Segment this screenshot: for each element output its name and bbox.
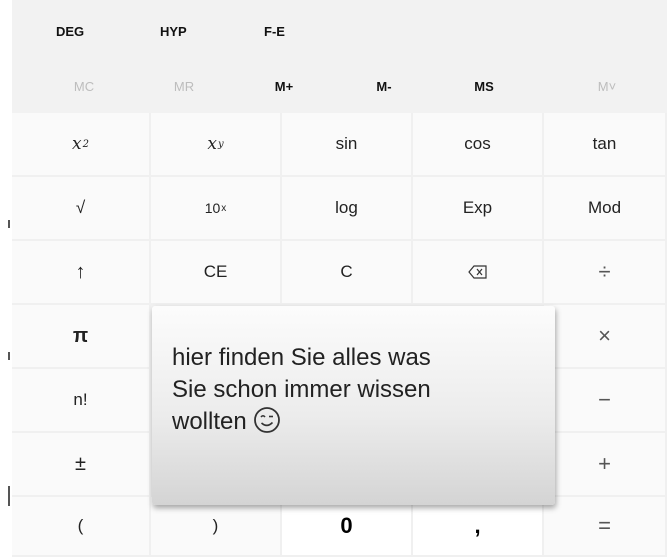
memory-store-button[interactable]: MS bbox=[434, 64, 534, 110]
edge-mark bbox=[8, 486, 10, 506]
tooltip-popup: hier finden Sie alles was Sie schon imme… bbox=[152, 306, 555, 505]
backspace-icon bbox=[467, 265, 487, 279]
power-button[interactable]: xy bbox=[151, 113, 282, 177]
memory-add-button[interactable]: M+ bbox=[234, 64, 334, 110]
left-paren-button[interactable]: ( bbox=[12, 497, 151, 557]
deg-toggle[interactable]: DEG bbox=[56, 24, 84, 39]
hyp-toggle[interactable]: HYP bbox=[160, 24, 187, 39]
mode-row: DEG HYP F-E bbox=[12, 0, 667, 64]
memory-subtract-button[interactable]: M- bbox=[334, 64, 434, 110]
clear-entry-button[interactable]: CE bbox=[151, 241, 282, 305]
right-paren-button[interactable]: ) bbox=[151, 497, 282, 557]
digit-0-button[interactable]: 0 bbox=[282, 497, 413, 557]
decimal-button[interactable]: , bbox=[413, 497, 544, 557]
equals-button[interactable]: = bbox=[544, 497, 667, 557]
edge-mark bbox=[8, 352, 10, 360]
fe-toggle[interactable]: F-E bbox=[264, 24, 285, 39]
edge-mark bbox=[8, 220, 10, 228]
winking-face-icon bbox=[253, 407, 280, 433]
ten-power-button[interactable]: 10 x bbox=[151, 177, 282, 241]
factorial-button[interactable]: n! bbox=[12, 369, 151, 433]
multiply-button[interactable]: × bbox=[544, 305, 667, 369]
clear-button[interactable]: C bbox=[282, 241, 413, 305]
exp-button[interactable]: Exp bbox=[413, 177, 544, 241]
memory-clear-button[interactable]: MC bbox=[34, 64, 134, 110]
divide-button[interactable]: ÷ bbox=[544, 241, 667, 305]
negate-button[interactable]: ± bbox=[12, 433, 151, 497]
tooltip-line-3: wollten bbox=[172, 406, 555, 438]
second-function-button[interactable]: ↑ bbox=[12, 241, 151, 305]
sin-button[interactable]: sin bbox=[282, 113, 413, 177]
square-button[interactable]: x2 bbox=[12, 113, 151, 177]
subtract-button[interactable]: − bbox=[544, 369, 667, 433]
tooltip-line-2: Sie schon immer wissen bbox=[172, 376, 431, 403]
pi-button[interactable]: π bbox=[12, 305, 151, 369]
tooltip-line-1: hier finden Sie alles was bbox=[172, 344, 431, 371]
square-root-button[interactable]: √ bbox=[12, 177, 151, 241]
add-button[interactable]: + bbox=[544, 433, 667, 497]
cos-button[interactable]: cos bbox=[413, 113, 544, 177]
backspace-button[interactable] bbox=[413, 241, 544, 305]
memory-recall-button[interactable]: MR bbox=[134, 64, 234, 110]
memory-list-button[interactable]: M˅ bbox=[552, 64, 662, 110]
log-button[interactable]: log bbox=[282, 177, 413, 241]
tan-button[interactable]: tan bbox=[544, 113, 667, 177]
mod-button[interactable]: Mod bbox=[544, 177, 667, 241]
window-edge bbox=[0, 0, 12, 555]
memory-row: MC MR M+ M- MS M˅ bbox=[12, 64, 667, 110]
